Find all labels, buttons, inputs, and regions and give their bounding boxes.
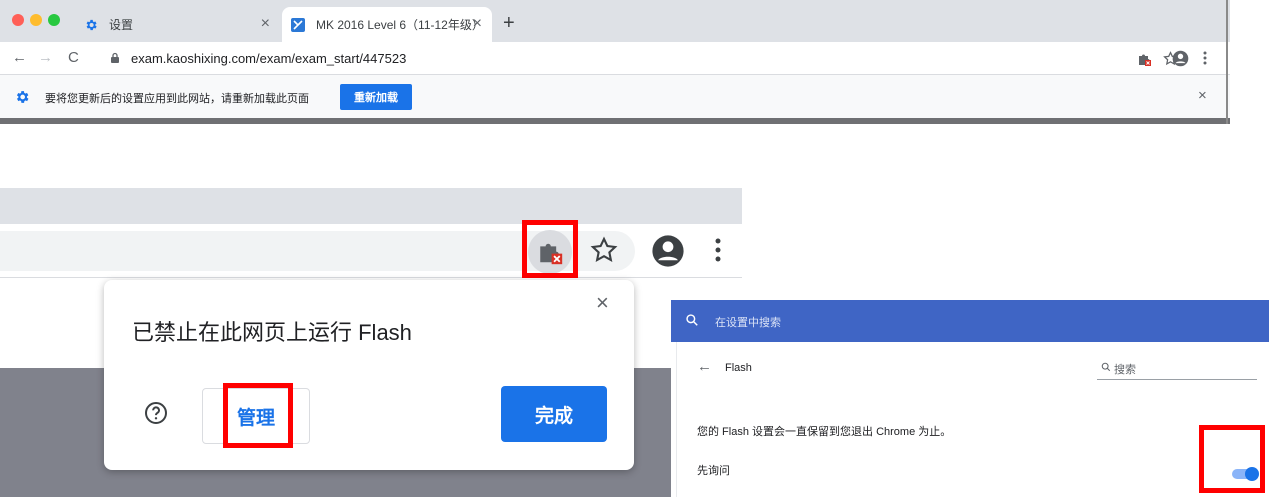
maximize-window-button[interactable] [48,14,60,26]
flash-blocked-dialog: 已禁止在此网页上运行 Flash × 管理 完成 [104,280,634,470]
flash-settings-description: 您的 Flash 设置会一直保留到您退出 Chrome 为止。 [697,426,952,438]
forward-button[interactable]: → [38,50,53,66]
close-window-button[interactable] [12,14,24,26]
close-tab-icon[interactable]: × [473,16,482,32]
star-icon[interactable] [590,236,618,264]
avatar-icon[interactable] [1172,50,1189,67]
lock-icon [111,52,119,63]
minimize-window-button[interactable] [30,14,42,26]
gear-icon [16,91,29,103]
url-text: exam.kaoshixing.com/exam/exam_start/4475… [131,50,407,66]
gear-icon [83,17,99,33]
address-toolbar: ← → C exam.kaoshixing.com/exam/exam_star… [0,42,1230,74]
reload-page-button[interactable]: 重新加载 [340,84,412,110]
kebab-menu-icon[interactable] [715,238,721,262]
page-title: Flash [725,362,752,374]
reload-button[interactable]: C [68,50,79,66]
plugin-blocked-icon[interactable] [1136,51,1152,67]
settings-header: 在设置中搜索 [671,300,1269,342]
search-icon [686,314,698,326]
back-arrow-icon[interactable]: ← [697,359,712,375]
back-button[interactable]: ← [12,50,27,66]
search-underline [1097,379,1257,380]
address-toolbar [0,224,742,278]
url-bar[interactable]: exam.kaoshixing.com/exam/exam_start/4475… [95,46,1125,70]
new-tab-button[interactable]: + [503,13,515,33]
window-edge [1226,0,1228,124]
tab-exam[interactable]: MK 2016 Level 6（11-12年级） × [282,7,492,42]
close-infobar-icon[interactable]: × [1198,88,1207,104]
tab-label: 设置 [109,18,134,32]
highlight-box-toggle [1199,425,1265,493]
highlight-box-plugin-icon [522,220,578,278]
settings-card: ← Flash 搜索 您的 Flash 设置会一直保留到您退出 Chrome 为… [676,342,1269,497]
kaoshixing-logo-icon [290,17,306,33]
close-tab-icon[interactable]: × [261,16,270,32]
subpage-search-input[interactable]: 搜索 [1114,361,1136,377]
tab-label: MK 2016 Level 6（11-12年级） [316,18,484,32]
infobar: 要将您更新后的设置应用到此网站，请重新加载此页面 重新加载 × [0,74,1230,118]
infobar-message: 要将您更新后的设置应用到此网站，请重新加载此页面 [45,93,309,105]
kebab-menu-icon[interactable] [1203,51,1207,65]
highlight-box-manage [223,383,293,448]
help-circle-icon[interactable] [144,401,168,425]
close-dialog-icon[interactable]: × [596,292,609,314]
tab-strip: 设置 × MK 2016 Level 6（11-12年级） × + [0,0,1230,42]
browser-window-top: 设置 × MK 2016 Level 6（11-12年级） × + ← → C … [0,0,1230,124]
done-button[interactable]: 完成 [501,386,607,442]
search-icon [1101,362,1111,372]
flash-popup-zoom: 已禁止在此网页上运行 Flash × 管理 完成 [0,188,742,497]
dialog-title: 已禁止在此网页上运行 Flash [132,320,412,345]
page-content-edge [0,118,1230,124]
tab-settings[interactable]: 设置 × [75,7,280,42]
avatar-icon[interactable] [651,234,685,268]
settings-search-input[interactable]: 在设置中搜索 [715,314,781,330]
tab-strip [0,188,742,224]
ask-first-label: 先询问 [697,465,730,477]
flash-settings-panel: 在设置中搜索 ← Flash 搜索 您的 Flash 设置会一直保留到您退出 C… [671,300,1269,497]
